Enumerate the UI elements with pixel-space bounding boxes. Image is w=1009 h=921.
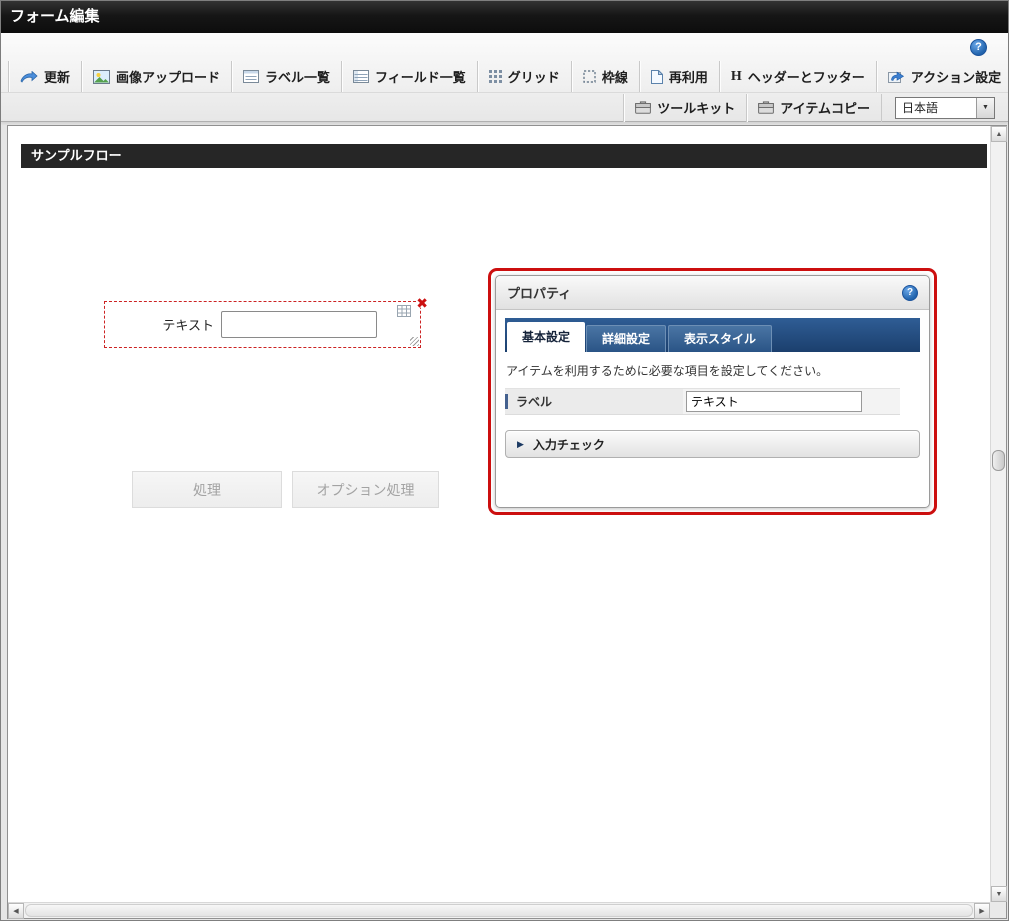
field-list-button[interactable]: フィールド一覧: [341, 61, 477, 92]
update-icon: [20, 71, 38, 83]
vertical-scroll-thumb[interactable]: [992, 450, 1005, 471]
scroll-left-button[interactable]: ◀: [8, 903, 24, 919]
reuse-button-label: 再利用: [669, 67, 708, 86]
scroll-up-button[interactable]: ▲: [991, 126, 1007, 142]
grid-button[interactable]: グリッド: [477, 61, 571, 92]
scroll-down-button[interactable]: ▼: [991, 886, 1007, 902]
language-select[interactable]: 日本語 ▼: [895, 97, 995, 119]
scroll-right-button[interactable]: ▶: [974, 903, 990, 919]
help-row: ?: [1, 33, 1008, 61]
horizontal-scrollbar[interactable]: ◀ ▶: [8, 902, 990, 918]
title-bar: フォーム編集: [1, 1, 1008, 33]
flow-title-bar: サンプルフロー: [21, 144, 987, 168]
label-list-button[interactable]: ラベル一覧: [231, 61, 341, 92]
item-handle-icon[interactable]: [397, 304, 411, 322]
grid-icon: [489, 70, 502, 83]
scroll-left-glyph: ◀: [13, 907, 18, 915]
properties-tabbar: 基本設定 詳細設定 表示スタイル: [505, 318, 920, 352]
toolbar-row-1: 更新 画像アップロード ラベル一覧 フィールド一覧: [1, 61, 1008, 92]
item-delete-icon[interactable]: ✖: [416, 295, 428, 312]
reuse-button[interactable]: 再利用: [639, 61, 719, 92]
header-footer-icon: H: [731, 69, 742, 85]
text-item-label: テキスト: [105, 315, 221, 334]
border-icon: [583, 70, 596, 83]
flow-title: サンプルフロー: [31, 148, 122, 163]
item-copy-icon: [758, 101, 774, 114]
collapse-arrow-icon: ▶: [517, 439, 524, 450]
image-upload-icon: [93, 70, 110, 84]
item-copy-button-label: アイテムコピー: [780, 98, 870, 117]
scroll-down-glyph: ▼: [996, 891, 1003, 898]
properties-panel-title: プロパティ: [507, 283, 571, 302]
properties-description: アイテムを利用するために必要な項目を設定してください。: [506, 362, 919, 379]
field-list-button-label: フィールド一覧: [375, 67, 466, 86]
toolkit-button[interactable]: ツールキット: [623, 94, 746, 122]
header-footer-button-label: ヘッダーとフッター: [748, 67, 865, 86]
scroll-up-glyph: ▲: [996, 131, 1003, 138]
properties-help-icon[interactable]: ?: [902, 285, 918, 301]
item-copy-button[interactable]: アイテムコピー: [746, 94, 882, 122]
dropdown-arrow-icon[interactable]: ▼: [976, 98, 994, 118]
image-upload-button[interactable]: 画像アップロード: [81, 61, 231, 92]
editor-main-frame: サンプルフロー テキスト ✖ 処理 オプション処理 プロパティ ?: [7, 125, 1007, 919]
update-button-label: 更新: [44, 67, 70, 86]
border-button[interactable]: 枠線: [571, 61, 639, 92]
tab-basic-settings[interactable]: 基本設定: [507, 322, 585, 352]
toolkit-button-label: ツールキット: [657, 98, 735, 117]
dropdown-arrow-glyph: ▼: [982, 104, 989, 111]
label-field-name: ラベル: [505, 389, 683, 414]
label-field-row: ラベル: [505, 388, 900, 415]
action-settings-button[interactable]: アクション設定: [876, 61, 1009, 92]
vertical-scrollbar[interactable]: ▲ ▼: [990, 126, 1006, 902]
process-button[interactable]: 処理: [132, 471, 282, 508]
header-footer-button[interactable]: H ヘッダーとフッター: [719, 61, 876, 92]
scrollbar-corner: [990, 902, 1006, 918]
item-resize-handle[interactable]: [410, 337, 419, 346]
horizontal-scroll-thumb[interactable]: [25, 904, 973, 917]
tab-display-style[interactable]: 表示スタイル: [668, 325, 772, 352]
language-select-value: 日本語: [902, 98, 938, 118]
image-upload-button-label: 画像アップロード: [116, 67, 220, 86]
toolbar: ? 更新 画像アップロード ラベル一覧: [1, 33, 1008, 122]
grid-button-label: グリッド: [508, 67, 560, 86]
border-button-label: 枠線: [602, 67, 628, 86]
toolkit-icon: [635, 101, 651, 114]
update-button[interactable]: 更新: [8, 61, 81, 92]
help-icon[interactable]: ?: [970, 39, 987, 56]
label-field-input[interactable]: [686, 391, 862, 412]
form-canvas[interactable]: サンプルフロー テキスト ✖ 処理 オプション処理 プロパティ ?: [8, 126, 990, 902]
toolbar-row-2: ツールキット アイテムコピー 日本語 ▼: [1, 92, 1008, 122]
label-list-icon: [243, 70, 259, 83]
tab-detail-settings[interactable]: 詳細設定: [586, 325, 666, 352]
properties-panel-header: プロパティ ?: [496, 276, 929, 310]
option-process-button[interactable]: オプション処理: [292, 471, 439, 508]
properties-panel: プロパティ ? 基本設定 詳細設定 表示スタイル アイテムを利用するために必要な…: [495, 275, 930, 508]
input-check-label: 入力チェック: [533, 436, 605, 453]
properties-highlight-outline: プロパティ ? 基本設定 詳細設定 表示スタイル アイテムを利用するために必要な…: [488, 268, 937, 515]
action-settings-icon: [888, 70, 905, 83]
text-item-input[interactable]: [221, 311, 377, 338]
input-check-section[interactable]: ▶ 入力チェック: [505, 430, 920, 458]
properties-panel-body: 基本設定 詳細設定 表示スタイル アイテムを利用するために必要な項目を設定してく…: [496, 310, 929, 507]
selected-text-item[interactable]: テキスト ✖: [104, 301, 421, 348]
label-list-button-label: ラベル一覧: [265, 67, 330, 86]
page-title: フォーム編集: [10, 8, 100, 25]
field-list-icon: [353, 70, 369, 83]
form-editor-window: フォーム編集 ? 更新 画像アップロード ラベル一: [0, 0, 1009, 921]
action-settings-button-label: アクション設定: [911, 67, 1001, 86]
scroll-right-glyph: ▶: [979, 907, 984, 915]
reuse-icon: [651, 70, 663, 84]
